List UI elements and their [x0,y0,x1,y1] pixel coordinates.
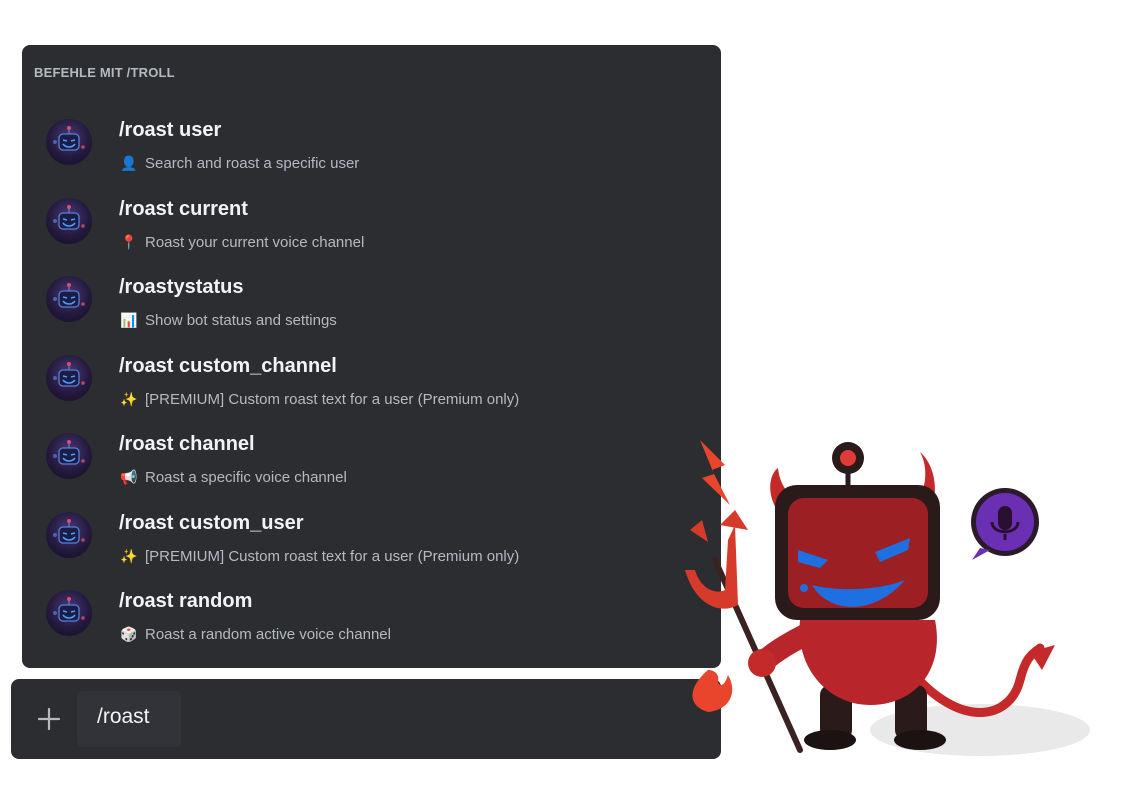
command-description: 📊 Show bot status and settings [119,312,337,329]
command-name: /roast custom_channel [119,354,337,377]
command-item[interactable]: /roast current 📍 Roast your current voice … [22,190,721,268]
command-description-text: [PREMIUM] Custom roast text for a user (… [145,547,520,565]
command-name: /roast user [119,119,222,141]
popup-header: BEFEHLE MIT /TROLL [34,65,175,80]
command-description-text: Roast a random active voice channel [145,626,391,643]
command-name: /roast current [119,197,248,220]
bot-avatar-icon [46,433,92,479]
command-item[interactable]: /roastystatus 📊 Show bot status and settin… [22,268,721,346]
command-name: /roast random [119,590,253,612]
command-description: 📍 Roast your current voice channel [119,234,364,251]
command-item[interactable]: /roast custom_user ✨ [PREMIUM] Custom roas… [22,504,721,582]
bot-avatar-icon [46,354,92,401]
bot-avatar-icon [46,511,92,558]
command-emoji-icon: 📍 [120,233,138,250]
command-description-text: Roast your current voice channel [145,233,365,251]
command-description-text: Search and roast a specific user [145,155,360,172]
bot-avatar-icon [46,119,92,165]
command-emoji-icon: 📢 [120,469,138,485]
command-emoji-icon: 👤 [120,155,138,171]
command-description: 📢 Roast a specific voice channel [119,469,347,486]
command-description: ✨ [PREMIUM] Custom roast text for a user … [119,548,519,565]
command-item[interactable]: /roast custom_channel ✨ [PREMIUM] Custom r… [22,347,721,425]
command-emoji-icon: ✨ [120,547,138,564]
command-emoji-icon: 🎲 [120,626,138,642]
bot-avatar-icon [46,197,92,244]
message-input[interactable]: /roast [97,705,150,729]
command-name: /roast custom_user [119,511,304,534]
command-emoji-icon: ✨ [120,390,138,407]
command-description: 🎲 Roast a random active voice channel [119,626,391,643]
command-description-text: Roast a specific voice channel [145,469,347,486]
message-input-bar[interactable]: /roast [11,679,721,759]
command-emoji-icon: 📊 [120,312,138,328]
command-description: ✨ [PREMIUM] Custom roast text for a user … [119,391,519,408]
command-name: /roastystatus [119,276,244,298]
command-item[interactable]: /roast channel 📢 Roast a specific voice ch… [22,425,721,503]
plus-icon[interactable] [37,707,61,731]
bot-avatar-icon [46,276,92,322]
command-name: /roast channel [119,433,255,455]
devil-robot-mascot [685,440,1090,756]
command-description-text: [PREMIUM] Custom roast text for a user (… [145,390,520,408]
command-item[interactable]: /roast user 👤 Search and roast a specific … [22,111,721,189]
command-autocomplete-popup: BEFEHLE MIT /TROLL /roast user 👤 Search an… [22,45,721,668]
command-description: 👤 Search and roast a specific user [119,155,359,172]
command-item[interactable]: /roast random 🎲 Roast a random active voic… [22,582,721,660]
command-description-text: Show bot status and settings [145,312,337,329]
bot-avatar-icon [46,590,92,636]
